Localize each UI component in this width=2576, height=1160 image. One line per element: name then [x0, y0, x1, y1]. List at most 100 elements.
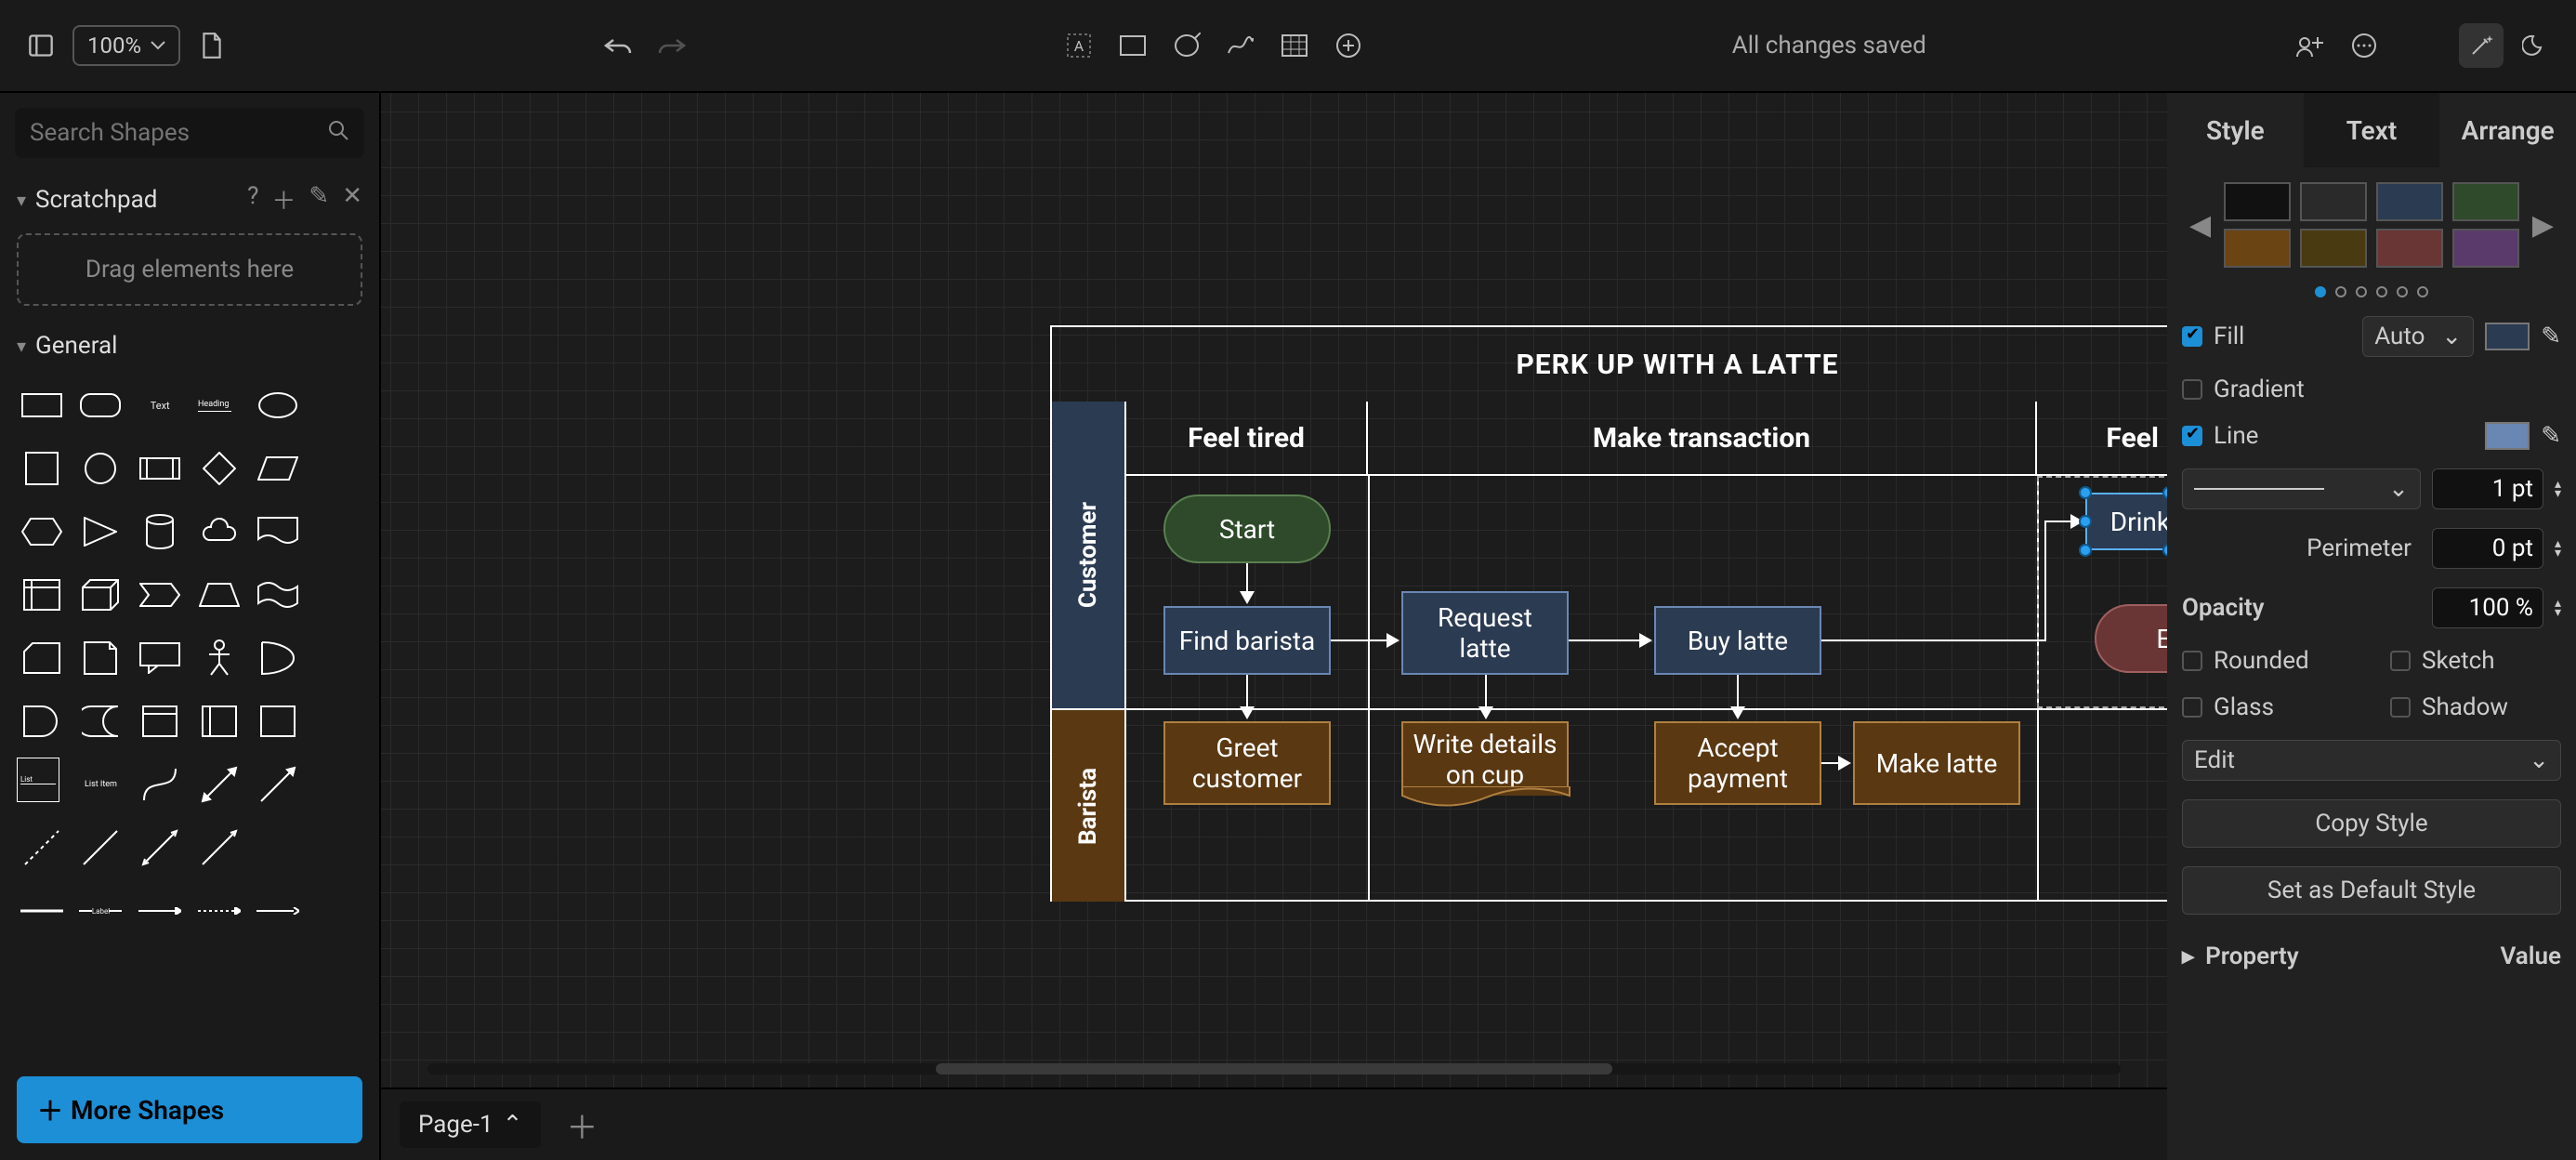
node-make-latte[interactable]: Make latte: [1853, 721, 2020, 805]
copy-style-button[interactable]: Copy Style: [2182, 799, 2561, 848]
shape-ellipse[interactable]: [254, 378, 304, 432]
line-width-input[interactable]: 1 pt: [2432, 468, 2543, 509]
textbox-tool-icon[interactable]: A: [1057, 23, 1101, 68]
node-accept-payment[interactable]: Accept payment: [1654, 721, 1821, 805]
scratchpad-header[interactable]: ▾ Scratchpad ? ＋ ✎ ✕: [0, 173, 379, 226]
shape-curve[interactable]: [135, 758, 185, 811]
shape-link-solid[interactable]: [17, 884, 67, 938]
shadow-checkbox[interactable]: [2390, 697, 2411, 718]
sketch-checkbox[interactable]: [2390, 651, 2411, 671]
shape-blank7[interactable]: [312, 758, 362, 811]
edge[interactable]: [2044, 521, 2072, 522]
shape-tape[interactable]: [254, 568, 304, 622]
shape-callout[interactable]: [135, 631, 185, 685]
color-swatch[interactable]: [2376, 229, 2443, 268]
stepper-icon[interactable]: ▴▾: [2555, 480, 2561, 498]
color-swatch[interactable]: [2224, 182, 2291, 221]
shape-heading[interactable]: Heading: [194, 378, 244, 432]
shape-link-arrow2[interactable]: [254, 884, 304, 938]
ellipse-tool-icon[interactable]: [1164, 23, 1209, 68]
node-request-latte[interactable]: Request latte: [1401, 591, 1569, 675]
node-greet-customer[interactable]: Greet customer: [1163, 721, 1331, 805]
shape-cloud[interactable]: [194, 505, 244, 559]
edge[interactable]: [1246, 563, 1248, 595]
lane-customer[interactable]: Customer: [1052, 402, 1126, 708]
shape-hexagon[interactable]: [17, 505, 67, 559]
edge[interactable]: [1485, 675, 1487, 708]
line-checkbox[interactable]: [2182, 426, 2202, 446]
magic-wand-icon[interactable]: [2459, 23, 2504, 68]
edge[interactable]: [1821, 639, 2046, 641]
shape-square[interactable]: [17, 442, 67, 495]
edge[interactable]: [1737, 675, 1739, 708]
node-buy-latte[interactable]: Buy latte: [1654, 606, 1821, 675]
shape-note[interactable]: [76, 631, 126, 685]
add-icon[interactable]: ＋: [271, 182, 296, 217]
color-swatch[interactable]: [2452, 229, 2519, 268]
shape-actor[interactable]: [194, 631, 244, 685]
tab-style[interactable]: Style: [2167, 93, 2304, 167]
swatch-pager[interactable]: [2182, 286, 2561, 297]
shape-blank8[interactable]: [254, 821, 304, 875]
shape-or[interactable]: [254, 631, 304, 685]
shape-rectangle[interactable]: [17, 378, 67, 432]
canvas[interactable]: PERK UP WITH A LATTE Customer Barista Fe…: [381, 93, 2167, 1088]
stepper-icon[interactable]: ▴▾: [2555, 599, 2561, 617]
edge[interactable]: [1246, 675, 1248, 708]
swatch-prev-icon[interactable]: ◀: [2182, 209, 2218, 242]
color-swatch[interactable]: [2452, 182, 2519, 221]
freehand-tool-icon[interactable]: [1218, 23, 1263, 68]
shape-rounded-rect[interactable]: [76, 378, 126, 432]
scratchpad-dropzone[interactable]: Drag elements here: [17, 233, 362, 306]
tab-text[interactable]: Text: [2304, 93, 2440, 167]
phase-make-transaction[interactable]: Make transaction: [1368, 402, 2037, 476]
horizontal-scrollbar-thumb[interactable]: [936, 1063, 1613, 1074]
shape-process[interactable]: [135, 442, 185, 495]
set-default-style-button[interactable]: Set as Default Style: [2182, 866, 2561, 915]
shape-diamond[interactable]: [194, 442, 244, 495]
shape-datastore[interactable]: [76, 694, 126, 748]
more-shapes-button[interactable]: ＋ More Shapes: [17, 1076, 362, 1143]
help-icon[interactable]: ?: [247, 182, 258, 217]
redo-icon[interactable]: [650, 23, 694, 68]
perimeter-input[interactable]: 0 pt: [2432, 528, 2543, 569]
shape-and[interactable]: [17, 694, 67, 748]
stepper-icon[interactable]: ▴▾: [2555, 539, 2561, 558]
shape-blank9[interactable]: [312, 821, 362, 875]
edge[interactable]: [2044, 521, 2046, 641]
shape-hcontainer[interactable]: [194, 694, 244, 748]
shape-bidir-arrow[interactable]: [194, 758, 244, 811]
eyedropper-icon[interactable]: ✎: [2541, 422, 2561, 450]
fill-color-chip[interactable]: [2485, 323, 2530, 350]
edge[interactable]: [1569, 639, 1641, 641]
color-swatch[interactable]: [2300, 182, 2367, 221]
shape-document[interactable]: [254, 505, 304, 559]
selection-handle[interactable]: [2079, 486, 2092, 499]
more-menu-icon[interactable]: [2342, 23, 2386, 68]
shape-list-item[interactable]: List Item: [76, 758, 126, 811]
close-icon[interactable]: ✕: [342, 182, 362, 217]
shape-dashed-line[interactable]: [17, 821, 67, 875]
shape-card[interactable]: [17, 631, 67, 685]
rounded-checkbox[interactable]: [2182, 651, 2202, 671]
glass-checkbox[interactable]: [2182, 697, 2202, 718]
shape-container[interactable]: [135, 694, 185, 748]
zoom-select[interactable]: 100%: [72, 25, 180, 66]
fill-checkbox[interactable]: [2182, 326, 2202, 347]
tab-arrange[interactable]: Arrange: [2439, 93, 2576, 167]
shape-internal-storage[interactable]: [17, 568, 67, 622]
shape-thin-arrow[interactable]: [194, 821, 244, 875]
selection-handle[interactable]: [2079, 544, 2092, 557]
share-icon[interactable]: [2288, 23, 2333, 68]
shape-line[interactable]: [76, 821, 126, 875]
node-end[interactable]: End: [2095, 604, 2167, 673]
table-tool-icon[interactable]: [1272, 23, 1317, 68]
shape-frame[interactable]: [254, 694, 304, 748]
edge[interactable]: [1821, 762, 1840, 764]
theme-toggle-icon[interactable]: [2513, 23, 2557, 68]
shape-circle[interactable]: [76, 442, 126, 495]
add-page-icon[interactable]: ＋: [559, 1102, 604, 1147]
color-swatch[interactable]: [2224, 229, 2291, 268]
color-swatch[interactable]: [2300, 229, 2367, 268]
shape-thin-bidir[interactable]: [135, 821, 185, 875]
